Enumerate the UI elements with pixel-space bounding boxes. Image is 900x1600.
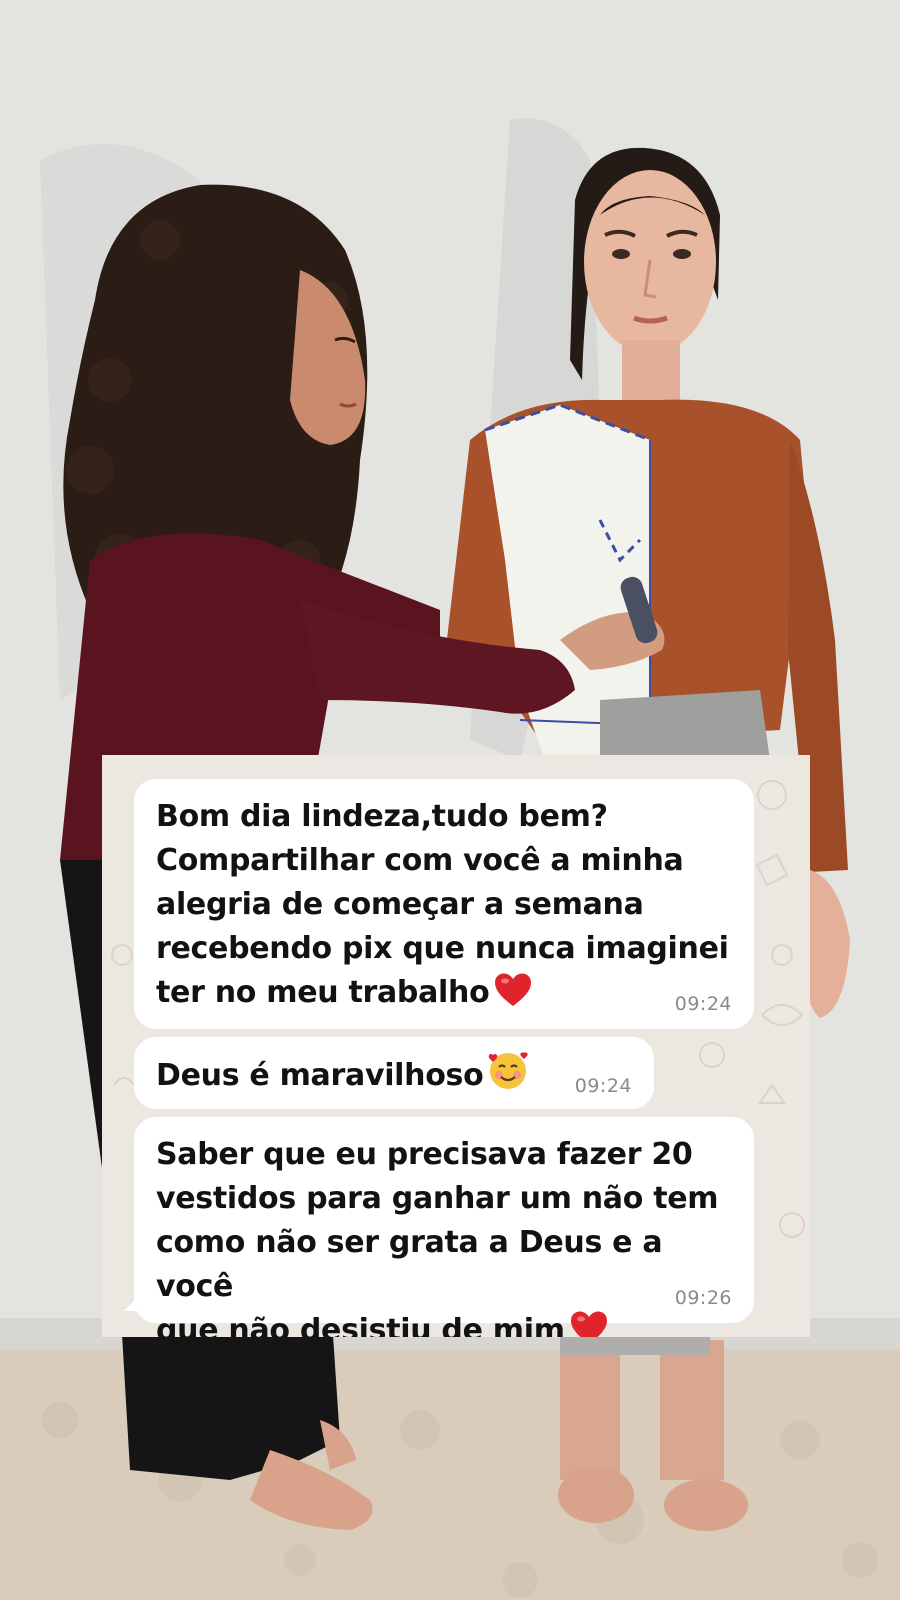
message-bubble: Deus é maravilhoso 09:24 bbox=[134, 1037, 654, 1109]
bubble-tail bbox=[124, 1289, 146, 1311]
message-timestamp: 09:24 bbox=[574, 1075, 632, 1097]
message-timestamp: 09:24 bbox=[674, 993, 732, 1015]
message-text: Bom dia lindeza,tudo bem? Compartilhar c… bbox=[156, 795, 730, 1021]
message-text: Deus é maravilhoso bbox=[156, 1049, 630, 1104]
message-bubble: Saber que eu precisava fazer 20 vestidos… bbox=[134, 1117, 754, 1337]
red-heart-icon bbox=[493, 972, 533, 1021]
message-text: Saber que eu precisava fazer 20 vestidos… bbox=[156, 1133, 730, 1337]
message-bubble: Bom dia lindeza,tudo bem? Compartilhar c… bbox=[134, 779, 754, 1029]
chat-screenshot: Bom dia lindeza,tudo bem? Compartilhar c… bbox=[102, 755, 810, 1337]
red-heart-icon bbox=[569, 1310, 609, 1337]
smiling-face-with-hearts-icon bbox=[487, 1049, 529, 1104]
message-timestamp: 09:26 bbox=[674, 1287, 732, 1309]
